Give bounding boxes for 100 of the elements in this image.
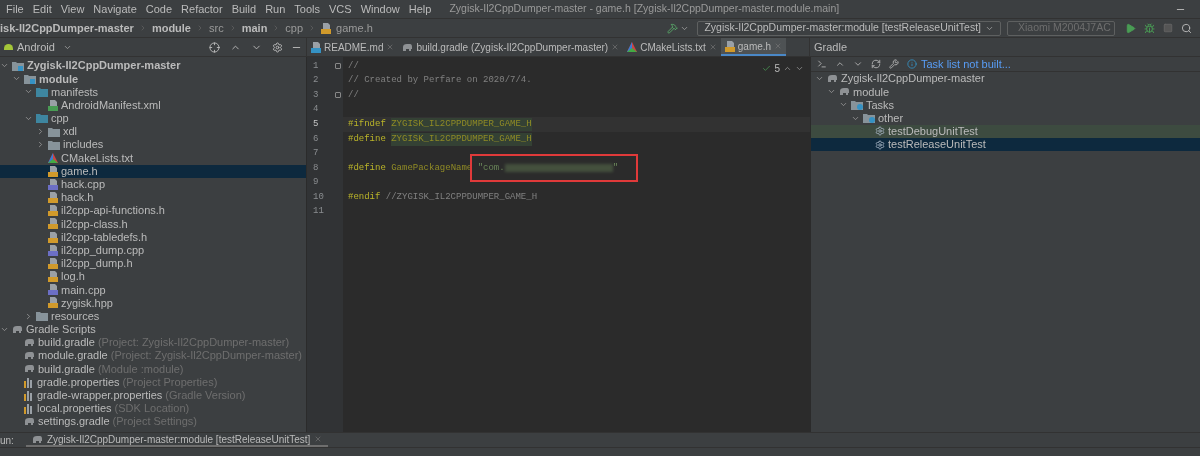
breadcrumb-item[interactable]: module (151, 19, 191, 37)
refresh-icon[interactable] (871, 59, 881, 69)
tree-item[interactable]: CMakeLists.txt (0, 151, 306, 165)
chevron-down-icon[interactable] (795, 64, 804, 73)
check-icon (762, 64, 772, 73)
inspection-count[interactable]: 5 (774, 61, 780, 76)
file-icon (321, 22, 332, 34)
close-icon[interactable] (708, 43, 717, 51)
elephant-icon (839, 87, 850, 97)
fold-icon[interactable] (335, 63, 341, 70)
tree-item-label: build.gradle (38, 361, 95, 377)
menu-item[interactable]: Edit (32, 0, 52, 18)
editor-tab[interactable]: build.gradle (Zygisk-Il2CppDumper-master) (398, 38, 624, 56)
tree-item[interactable]: il2cpp_dump.cpp (0, 243, 306, 257)
tree-item[interactable]: hack.cpp (0, 177, 306, 191)
terminal-icon[interactable] (817, 59, 827, 69)
tree-item[interactable]: manifests (0, 85, 306, 99)
menu-item[interactable]: Tools (294, 0, 320, 18)
menu-item[interactable]: Run (265, 0, 286, 18)
tree-item[interactable]: module (0, 72, 306, 86)
menu-item[interactable]: Code (145, 0, 173, 18)
file-icon (724, 40, 735, 52)
elephant-icon (24, 364, 35, 374)
breadcrumb-item[interactable]: src (209, 19, 224, 37)
menu-item[interactable]: File (6, 0, 24, 18)
tree-item[interactable]: il2cpp-class.h (0, 217, 306, 231)
line-number: 8 (313, 161, 319, 175)
search-icon[interactable] (1181, 22, 1192, 34)
tree-item[interactable]: il2cpp-tabledefs.h (0, 230, 306, 244)
tree-item[interactable]: zygisk.hpp (0, 296, 306, 310)
tree-item-label: includes (63, 137, 104, 153)
elephant-icon (12, 324, 23, 334)
stop-icon[interactable] (1163, 23, 1173, 33)
tree-item[interactable]: il2cpp_dump.h (0, 256, 306, 270)
tree-item-label: module (39, 71, 79, 87)
close-icon[interactable] (386, 43, 395, 51)
menu-item[interactable]: Navigate (93, 0, 137, 18)
window-title: Zygisk-Il2CppDumper-master - game.h [Zygisk-Il2CppDumper-master.module.main] (449, 1, 840, 17)
breadcrumb-item[interactable]: main (241, 19, 268, 37)
tree-item[interactable]: Zygisk-Il2CppDumper-master (811, 72, 1200, 86)
tree-item[interactable]: Zygisk-Il2CppDumper-master (0, 59, 306, 73)
tree-item[interactable]: testDebugUnitTest (811, 124, 1200, 138)
tree-item-label: local.properties (37, 401, 112, 417)
tree-item[interactable]: module (811, 85, 1200, 99)
bug-icon[interactable] (1144, 22, 1155, 34)
menu-item[interactable]: Help (408, 0, 432, 18)
tree-item[interactable]: main.cpp (0, 283, 306, 297)
code-line: #define ZYGISK_IL2CPPDUMPER_GAME_H (348, 132, 532, 146)
tree-item[interactable]: hack.h (0, 190, 306, 205)
tree-item[interactable]: Gradle Scripts (0, 322, 306, 336)
menu-item[interactable]: VCS (329, 0, 352, 18)
menu-item[interactable]: Window (360, 0, 400, 18)
breadcrumb-item[interactable]: cpp (285, 19, 304, 37)
file-icon (311, 41, 321, 53)
settings-icon[interactable] (272, 41, 283, 53)
editor-tab[interactable]: CMakeLists.txt (623, 38, 721, 56)
locate-icon[interactable] (209, 41, 220, 53)
tree-item-label: Zygisk-Il2CppDumper-master (27, 58, 181, 74)
tree-item[interactable]: Tasks (811, 98, 1200, 112)
chevron-up-icon[interactable] (783, 64, 792, 73)
chevron-right-icon[interactable] (36, 127, 45, 137)
editor-tab[interactable]: game.h (720, 38, 787, 56)
editor-tab[interactable]: README.md (307, 38, 399, 56)
tree-item-label: Tasks (866, 97, 895, 113)
info-icon (907, 59, 917, 69)
tree-item[interactable]: il2cpp-api-functions.h (0, 204, 306, 218)
close-icon[interactable] (314, 435, 323, 443)
elephant-icon (24, 338, 35, 348)
breadcrumb-item[interactable]: game.h (336, 19, 373, 37)
tree-item[interactable]: other (811, 111, 1200, 125)
tree-item[interactable]: log.h (0, 270, 306, 284)
tree-item[interactable]: game.h (0, 164, 306, 178)
tree-item[interactable]: resources (0, 309, 306, 323)
view-selector[interactable]: Android (17, 38, 72, 56)
line-number: 2 (313, 74, 319, 88)
collapse-icon[interactable] (835, 59, 845, 69)
file-icon (48, 284, 58, 296)
tree-item[interactable]: includes (0, 138, 306, 152)
run-icon[interactable] (1125, 22, 1136, 34)
triangle-icon (48, 152, 58, 163)
close-icon[interactable] (611, 43, 620, 51)
chevron-right-icon[interactable] (36, 140, 45, 150)
notice-link[interactable]: Task list not built... (921, 55, 1011, 73)
hammer-icon[interactable] (667, 22, 679, 34)
code-line: #endif //ZYGISK_IL2CPPDUMPER_GAME_H (348, 190, 538, 204)
fold-icon[interactable] (335, 92, 341, 99)
tree-item-label: hack.cpp (61, 177, 106, 193)
menu-item[interactable]: View (60, 0, 85, 18)
chevron-right-icon[interactable] (24, 311, 33, 321)
folder-icon (36, 86, 48, 97)
menu-item[interactable]: Build (231, 0, 257, 18)
tree-item[interactable]: AndroidManifest.xml (0, 98, 306, 112)
tree-item[interactable]: cpp (0, 111, 306, 125)
run-configuration-dropdown[interactable]: Zygisk-Il2CppDumper-master:module [testReleaseUnitTest] (697, 20, 1001, 36)
menu-item[interactable]: Refactor (181, 0, 223, 18)
breadcrumb-item[interactable]: isk-Il2CppDumper-master (0, 19, 134, 37)
wrench-icon[interactable] (889, 59, 899, 69)
expand-icon[interactable] (853, 59, 863, 69)
tree-item[interactable]: xdl (0, 124, 306, 139)
tree-item-label: game.h (61, 163, 98, 179)
